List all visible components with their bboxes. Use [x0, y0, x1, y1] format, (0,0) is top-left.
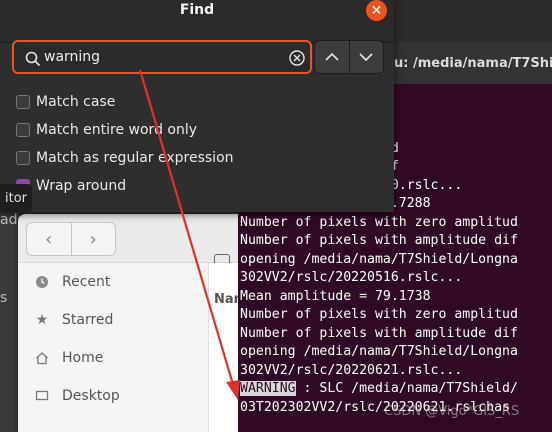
terminal-line: Number of pixels with amplitude dif: [240, 325, 518, 341]
search-match-highlight: WARNING: [240, 381, 296, 396]
chevron-up-icon: [325, 52, 339, 61]
terminal-line: Number of pixels with amplitude dif: [240, 233, 518, 248]
back-button[interactable]: ‹: [27, 223, 71, 255]
option-label: Match case: [36, 94, 116, 110]
sidebar-item-label: Starred: [62, 312, 114, 328]
regex-checkbox[interactable]: [16, 151, 30, 165]
terminal-line: Number of pixels with zero amplitud: [240, 307, 518, 322]
terminal-title: u: /media/nama/T7Shield: [394, 42, 552, 84]
option-regex[interactable]: Match as regular expression: [16, 148, 234, 168]
terminal-line-warning: WARNING : SLC /media/nama/T7Shield/: [238, 380, 552, 399]
chevron-down-icon: [359, 53, 373, 62]
search-input[interactable]: warning: [12, 40, 312, 74]
sidebar-item-desktop[interactable]: Desktop: [18, 377, 208, 415]
warning-line-rest: : SLC /media/nama/T7Shield/: [295, 381, 518, 396]
chevron-left-icon: ‹: [45, 228, 53, 250]
sidebar-item-label: Desktop: [62, 388, 120, 404]
previous-match-button[interactable]: [315, 41, 349, 73]
terminal-line: opening /media/nama/T7Shield/Longna: [240, 251, 518, 267]
file-manager-sidebar: Recent ★ Starred Home Desktop: [18, 263, 208, 432]
entire-word-checkbox[interactable]: [16, 123, 30, 137]
desktop-icon: [32, 389, 52, 403]
background-partial-text-2: s: [0, 290, 8, 306]
terminal-line: 302VV2/rslc/20220516.rslc...: [240, 270, 463, 285]
forward-button[interactable]: ›: [70, 223, 116, 255]
search-input-value[interactable]: warning: [44, 49, 100, 65]
option-label: Match as regular expression: [36, 150, 234, 166]
history-nav-group: ‹ ›: [26, 222, 116, 256]
chevron-right-icon: ›: [89, 228, 97, 250]
next-match-button[interactable]: [348, 41, 384, 73]
watermark: CSDN @Vigo*GIS_RS: [384, 404, 520, 419]
option-label: Wrap around: [36, 178, 127, 194]
terminal-line: opening /media/nama/T7Shield/Longna: [240, 344, 518, 359]
terminal-line: Mean amplitude = 79.1738: [240, 288, 431, 304]
option-label: Match entire word only: [36, 122, 198, 138]
sidebar-item-starred[interactable]: ★ Starred: [18, 301, 208, 339]
match-nav-group: [314, 40, 384, 74]
tooltip: itor: [0, 184, 32, 212]
sidebar-item-label: Home: [62, 350, 104, 366]
option-wrap-around[interactable]: Wrap around: [16, 176, 126, 196]
sidebar-item-home[interactable]: Home: [18, 339, 208, 377]
close-icon: ✕: [370, 2, 383, 19]
file-manager-header: ‹ ›: [18, 214, 240, 270]
terminal-line: Number of pixels with zero amplitud: [240, 214, 518, 230]
match-case-checkbox[interactable]: [16, 95, 30, 109]
file-list-pane: [208, 263, 240, 432]
file-manager-window: ‹ › Recent ★ Starred Home Desktop: [18, 214, 240, 432]
dialog-title: Find: [179, 2, 215, 18]
option-entire-word[interactable]: Match entire word only: [16, 120, 197, 140]
sidebar-item-label: Recent: [62, 274, 111, 290]
close-button[interactable]: ✕: [366, 0, 387, 21]
option-match-case[interactable]: Match case: [16, 92, 115, 112]
search-icon: [25, 51, 41, 67]
home-icon: [32, 351, 52, 365]
find-dialog-header: Find ✕: [0, 0, 394, 43]
terminal-line: 302VV2/rslc/20220621.rslc...: [240, 362, 463, 378]
star-icon: ★: [35, 312, 49, 328]
clock-icon: [32, 275, 52, 289]
clear-icon[interactable]: [288, 49, 306, 67]
sidebar-item-recent[interactable]: Recent: [18, 263, 208, 301]
find-dialog: Find ✕ warning Match case Match entire w…: [0, 0, 394, 212]
